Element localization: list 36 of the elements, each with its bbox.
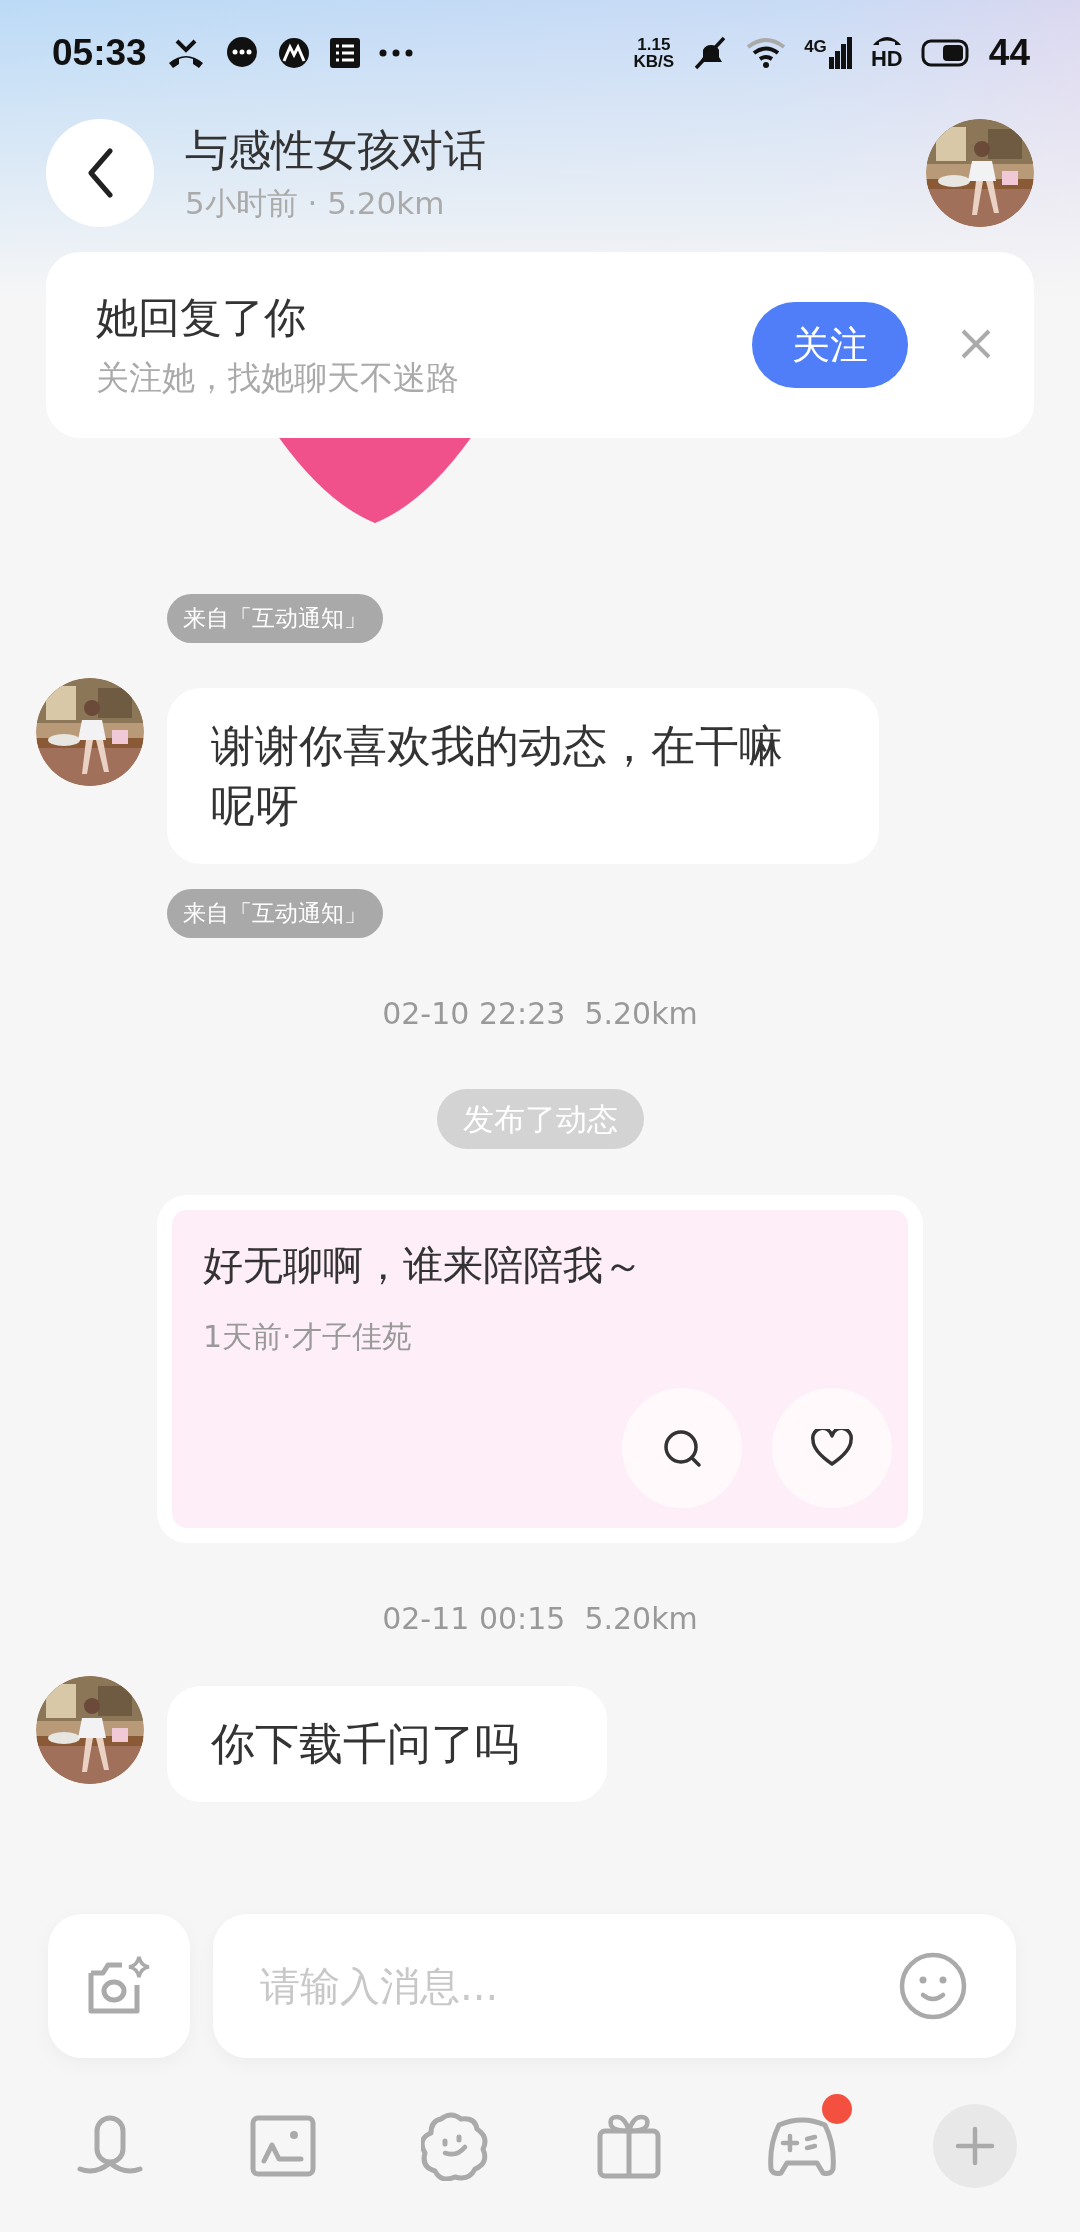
- smiley-blob-icon: [421, 2111, 491, 2181]
- post-card[interactable]: 好无聊啊，谁来陪陪我～ 1天前·才子佳苑: [157, 1195, 923, 1543]
- camera-button[interactable]: [48, 1914, 190, 2058]
- list-icon: [328, 36, 361, 69]
- image-icon: [250, 2115, 316, 2177]
- wifi-icon: [746, 36, 787, 69]
- battery-percent: 44: [988, 31, 1030, 74]
- hd-label: HD: [870, 45, 903, 72]
- gamepad-icon: [767, 2115, 837, 2177]
- chat-title: 与感性女孩对话: [185, 123, 487, 177]
- gift-icon: [597, 2113, 661, 2179]
- signal-icon: [828, 36, 853, 69]
- source-tag: 来自「互动通知」: [167, 889, 383, 938]
- heart-icon: [811, 1429, 853, 1467]
- reply-notice-subtitle: 关注她，找她聊天不迷路: [96, 356, 460, 399]
- clock-time: 05:33: [52, 31, 147, 74]
- message-bubble: 你下载千问了吗: [167, 1686, 607, 1802]
- post-text: 好无聊啊，谁来陪陪我～: [203, 1241, 644, 1290]
- emoji-button[interactable]: [898, 1951, 968, 2021]
- message-timestamp: 02-11 00:15 5.20km: [382, 1601, 698, 1636]
- comment-icon: [662, 1428, 702, 1468]
- source-tag: 来自「互动通知」: [167, 594, 383, 643]
- back-icon: [87, 147, 113, 198]
- network-type: 4G: [804, 36, 827, 57]
- message-timestamp: 02-10 22:23 5.20km: [382, 996, 698, 1031]
- logo-icon: [276, 35, 311, 70]
- reply-notice-title: 她回复了你: [96, 291, 307, 344]
- battery-icon: [920, 38, 971, 67]
- plus-icon: [955, 2126, 995, 2166]
- follow-button[interactable]: 关注: [752, 302, 908, 388]
- chat-icon: [224, 35, 259, 70]
- network-speed: 1.15 KB/S: [633, 35, 675, 70]
- chat-subtitle: 5小时前 · 5.20km: [185, 183, 446, 223]
- message-bubble: 谢谢你喜欢我的动态，在干嘛呢呀: [167, 688, 879, 864]
- more-icon: [378, 48, 413, 57]
- post-meta: 1天前·才子佳苑: [203, 1318, 413, 1356]
